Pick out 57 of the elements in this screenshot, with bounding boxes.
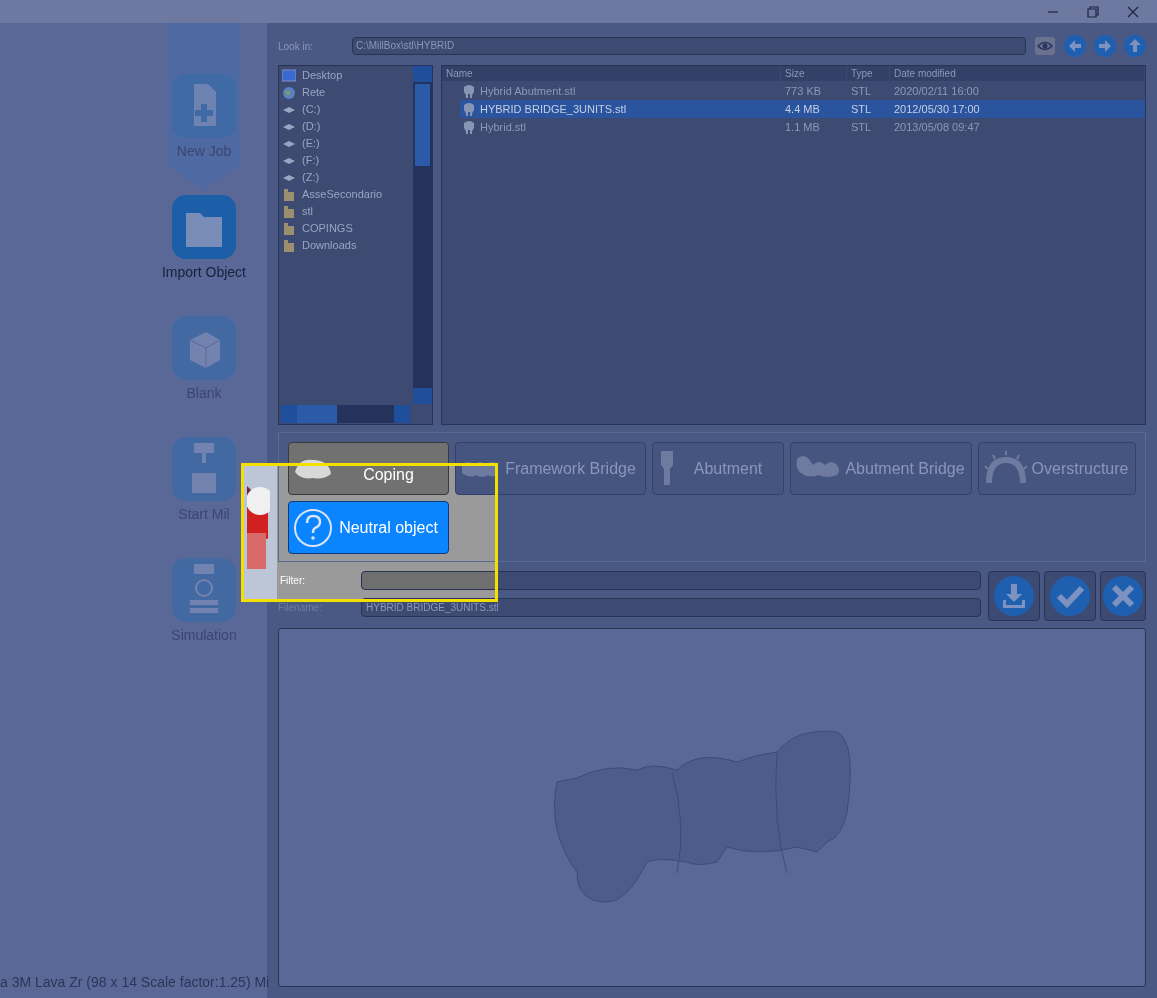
milling-machine-icon (172, 437, 236, 501)
vertical-scrollbar[interactable] (413, 66, 432, 404)
object-type-button[interactable]: Abutment (652, 442, 784, 495)
restore-icon[interactable] (1087, 5, 1099, 18)
tooth-file-icon (463, 120, 475, 134)
tree-item[interactable]: AsseSecondario (282, 186, 413, 203)
tree-item[interactable]: COPINGS (282, 220, 413, 237)
column-header[interactable]: Name (442, 66, 781, 81)
tooth-file-icon (463, 102, 475, 116)
folder-icon (282, 204, 296, 219)
tree-item[interactable]: (F:) (282, 152, 413, 169)
box-icon (172, 316, 236, 380)
status-text: a 3M Lava Zr (98 x 14 Scale factor:1.25) Mi (0, 973, 267, 992)
crown-icon (293, 457, 333, 480)
tree-item[interactable]: (E:) (282, 135, 413, 152)
checkmark-icon (1050, 576, 1090, 616)
tree-item[interactable]: Rete (282, 84, 413, 101)
file-row[interactable]: Hybrid.stl 1.1 MB STL 2013/05/08 09:47 (460, 118, 1145, 136)
folder-icon (282, 187, 296, 202)
column-header[interactable]: Type (847, 66, 890, 81)
filename-field[interactable]: HYBRID BRIDGE_3UNITS.stl (361, 598, 981, 617)
folder-icon (282, 238, 296, 253)
file-row[interactable]: HYBRID BRIDGE_3UNITS.stl 4.4 MB STL 2012/05/30 17:00 (460, 100, 1145, 118)
look-in-label: Look in: (278, 39, 315, 54)
question-mark-icon (293, 507, 333, 548)
look-in-field[interactable]: C:\MillBox\stl\HYBRID (352, 37, 1026, 55)
download-icon (994, 576, 1034, 616)
tree-item[interactable]: (C:) (282, 101, 413, 118)
object-type-button[interactable]: Neutral object (288, 501, 449, 554)
globe-icon (282, 85, 296, 100)
tree-item[interactable]: stl (282, 203, 413, 220)
desktop-icon (282, 68, 296, 83)
download-button[interactable] (988, 571, 1040, 621)
eye-icon[interactable] (1034, 36, 1056, 56)
folder-icon (282, 221, 296, 236)
object-type-button[interactable]: Coping (288, 442, 449, 495)
tree-item[interactable]: (Z:) (282, 169, 413, 186)
object-type-button[interactable]: Overstructure (978, 442, 1136, 495)
close-icon[interactable] (1127, 5, 1139, 18)
column-header[interactable]: Size (781, 66, 847, 81)
object-type-button[interactable]: Abutment Bridge (790, 442, 972, 495)
folder-icon (172, 195, 236, 259)
new-document-icon (172, 74, 236, 138)
cancel-button[interactable] (1100, 571, 1146, 621)
file-row[interactable]: Hybrid Abutment.stl 773 KB STL 2020/02/11 16:00 (460, 82, 1145, 100)
sidebar-item[interactable]: Import Object (162, 195, 246, 283)
tooth-file-icon (463, 84, 475, 98)
simulation-machine-icon (172, 558, 236, 622)
column-header[interactable]: Date modified (890, 66, 1145, 81)
close-icon (1103, 576, 1143, 616)
object-type-button[interactable]: Framework Bridge (455, 442, 646, 495)
filter-field[interactable] (361, 571, 981, 590)
filter-label: Filter: (279, 574, 306, 588)
confirm-button[interactable] (1044, 571, 1096, 621)
tree-item[interactable]: Downloads (282, 237, 413, 254)
tree-item[interactable]: (D:) (282, 118, 413, 135)
tree-item[interactable]: Desktop (282, 67, 413, 84)
